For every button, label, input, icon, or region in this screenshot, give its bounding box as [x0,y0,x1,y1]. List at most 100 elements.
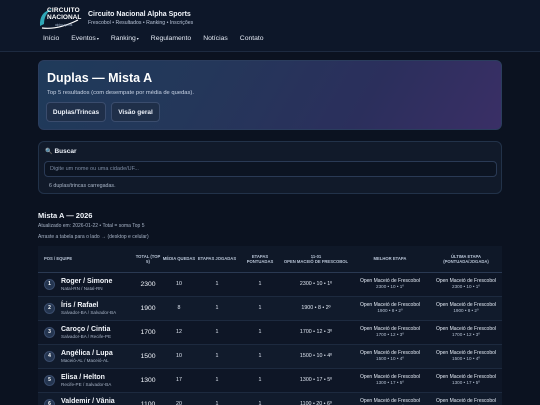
cell-total: 1300 [134,368,162,393]
cell-evento: 1100 • 20 • 6º [282,392,350,405]
nav-regulamento[interactable]: Regulamento [151,35,191,42]
pair-names: Roger / Simone [61,277,113,285]
cell-ultima-etapa: Open Maceió de Frescobol 2300 • 10 • 1º [430,272,502,297]
col-media: MÉDIA QUEDAS [162,246,196,273]
col-etapas-jogadas: ETAPAS JOGADAS [196,246,238,273]
cell-media: 10 [162,272,196,297]
melhor-etapa-score: 2300 • 10 • 1º [376,284,404,289]
cell-total: 1100 [134,392,162,405]
site-logo[interactable]: CIRCUITO NACIONAL alpha sports [38,6,84,30]
pair-cities: Recife-PE / Salvador-BA [61,381,112,387]
cell-pos-equipe: 5 Elisa / Helton Recife-PE / Salvador-BA [38,368,134,393]
cell-media: 12 [162,320,196,345]
search-input[interactable] [44,161,497,177]
pair-info: Elisa / Helton Recife-PE / Salvador-BA [55,374,111,387]
cell-media: 8 [162,296,196,321]
brand-text: Circuito Nacional Alpha Sports Frescobol… [88,11,193,26]
cell-pos-equipe: 4 Angélica / Lupa Maceió-AL / Maceió-AL [38,344,134,369]
rank-badge: 3 [44,326,55,338]
cell-pontuadas: 1 [238,272,282,297]
melhor-etapa-score: 1900 • 8 • 2º [377,308,403,313]
table-title: Mista A — 2026 [38,211,93,220]
cell-evento: 1700 • 12 • 3º [282,320,350,345]
table-row[interactable]: 3 Caroço / Cintia Salvador-BA / Recife-PE 1… [38,320,502,345]
nav-inicio[interactable]: Início [43,35,59,42]
pair-wrap: 4 Angélica / Lupa Maceió-AL / Maceió-AL [44,350,134,363]
table-row[interactable]: 6Valdemir / VâniaNatal-RN / Maceió-AL 110… [38,392,502,405]
rank-badge: 4 [44,350,55,362]
cell-pontuadas: 1 [238,368,282,393]
chevron-down-icon: ▾ [136,36,139,41]
total-value: 1700 [140,328,156,336]
ultima-etapa-score: 1900 • 8 • 2º [453,308,479,313]
col-evento: 11-01 OPEN MACEIÓ DE FRESCOBOL [282,246,350,273]
cell-jogadas: 1 [196,296,238,321]
pair-wrap: 6Valdemir / VâniaNatal-RN / Maceió-AL [44,398,134,405]
nav-eventos[interactable]: Eventos▾ [71,35,99,42]
cell-pontuadas: 1 [238,320,282,345]
pair-cities: Natal-RN / Natal-RN [61,285,103,291]
col-etapas-pontuadas: ETAPAS PONTUADAS [238,246,282,273]
pair-cities: Maceió-AL / Maceió-AL [61,357,109,363]
cell-pontuadas: 1 [238,296,282,321]
table-header-row: POS / EQUIPE TOTAL (TOP 5) MÉDIA QUEDAS … [38,246,502,273]
table-row[interactable]: 4 Angélica / Lupa Maceió-AL / Maceió-AL 150… [38,344,502,369]
ultima-etapa-score: 1500 • 10 • 4º [452,356,480,361]
pair-names: Valdemir / Vânia [61,397,115,405]
col-evento-name: OPEN MACEIÓ DE FRESCOBOL [283,258,349,264]
ultima-etapa-score: 2300 • 10 • 1º [452,284,480,289]
total-value: 1100 [140,400,156,405]
cell-media: 10 [162,344,196,369]
ultima-etapa-score: 1300 • 17 • 5º [452,380,480,385]
pair-names: Angélica / Lupa [61,349,113,357]
cell-pontuadas: 1 [238,392,282,405]
cell-jogadas: 1 [196,272,238,297]
cell-jogadas: 1 [196,392,238,405]
cell-total: 1900 [134,296,162,321]
cell-melhor-etapa: Open Maceió de Frescobol 1700 • 12 • 3º [350,320,430,345]
table-row[interactable]: 5 Elisa / Helton Recife-PE / Salvador-BA 13… [38,368,502,393]
chevron-down-icon: ▾ [96,36,99,41]
nav-noticias[interactable]: Notícias [203,35,228,42]
visao-geral-button[interactable]: Visão geral [111,102,160,122]
rank-badge: 5 [44,374,55,386]
nav-ranking-label: Ranking [110,35,136,42]
col-ultima-l2: (PONTUADA/JOGADA) [443,258,489,264]
pair-wrap: 2 Íris / Rafael Salvador-BA / Salvador-BA [44,302,134,315]
cell-pos-equipe: 3 Caroço / Cintia Salvador-BA / Recife-PE [38,320,134,345]
nav-eventos-label: Eventos [71,35,96,42]
table-drag-hint: Arraste a tabela para o lado → (desktop … [38,234,149,240]
cell-melhor-etapa: Open Maceió de Frescobol1100 • 20 • 6º [350,392,430,405]
cell-melhor-etapa: Open Maceió de Frescobol 1500 • 10 • 4º [350,344,430,369]
table-row[interactable]: 1 Roger / Simone Natal-RN / Natal-RN 2300 10… [38,272,502,297]
rank-badge: 6 [44,398,55,405]
search-title: 🔍 Buscar [45,148,77,155]
table-row[interactable]: 2 Íris / Rafael Salvador-BA / Salvador-BA 1… [38,296,502,321]
duplas-trincas-button[interactable]: Duplas/Trincas [46,102,106,122]
search-title-label: Buscar [54,148,77,155]
pair-info: Caroço / Cintia Salvador-BA / Recife-PE [55,326,111,339]
nav-ranking[interactable]: Ranking▾ [111,35,139,42]
ultima-etapa-score: 1700 • 12 • 3º [452,332,480,337]
cell-pos-equipe: 1 Roger / Simone Natal-RN / Natal-RN [38,272,134,297]
pair-names: Íris / Rafael [61,301,99,309]
cell-jogadas: 1 [196,344,238,369]
brand[interactable]: CIRCUITO NACIONAL alpha sports Circuito … [38,6,193,30]
pair-names: Elisa / Helton [61,373,105,381]
result-count: 6 duplas/trincas carregadas. [49,183,116,189]
cell-total: 1500 [134,344,162,369]
pair-names: Caroço / Cintia [61,325,111,333]
logo-text-line3: alpha sports [55,23,73,27]
melhor-etapa-score: 1300 • 17 • 5º [376,380,404,385]
cell-evento: 1300 • 17 • 5º [282,368,350,393]
cell-ultima-etapa: Open Maceió de Frescobol 1300 • 17 • 5º [430,368,502,393]
top-header: CIRCUITO NACIONAL alpha sports Circuito … [0,0,540,52]
cell-evento: 2300 • 10 • 1º [282,272,350,297]
ranking-table[interactable]: POS / EQUIPE TOTAL (TOP 5) MÉDIA QUEDAS … [38,246,502,405]
cell-ultima-etapa: Open Maceió de Frescobol 1500 • 10 • 4º [430,344,502,369]
site-subtitle: Frescobol • Resultados • Ranking • Inscr… [88,19,194,26]
nav-contato[interactable]: Contato [240,35,264,42]
cell-melhor-etapa: Open Maceió de Frescobol 1300 • 17 • 5º [350,368,430,393]
logo-text-line2: NACIONAL [47,14,82,21]
cell-ultima-etapa: Open Maceió de Frescobol 1900 • 8 • 2º [430,296,502,321]
